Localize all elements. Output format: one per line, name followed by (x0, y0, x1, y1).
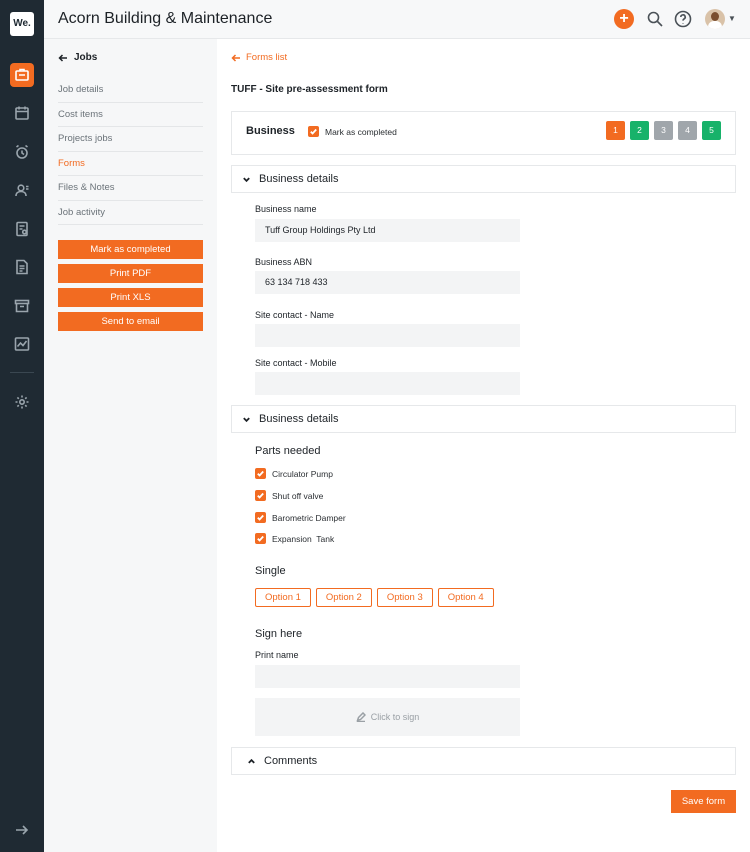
search-icon[interactable] (646, 10, 664, 28)
business-card: Business Mark as completed 1 2 3 4 5 (231, 111, 736, 155)
send-email-button[interactable]: Send to email (58, 312, 203, 331)
section-comments[interactable]: Comments (231, 747, 736, 775)
site-contact-mobile-field[interactable] (255, 372, 520, 395)
business-abn-field[interactable]: 63 134 718 433 (255, 271, 520, 294)
option-4-button[interactable]: Option 4 (437, 588, 494, 607)
single-options: Option 1 Option 2 Option 3 Option 4 (255, 588, 494, 607)
app-logo[interactable]: We. (10, 12, 34, 36)
top-bar: Acorn Building & Maintenance + ▼ (44, 0, 750, 39)
check-icon (255, 490, 266, 501)
rail-divider (10, 372, 34, 373)
option-2-button[interactable]: Option 2 (315, 588, 372, 607)
mark-completed-button[interactable]: Mark as completed (58, 240, 203, 259)
checkbox-shut-off-valve[interactable]: Shut off valve (255, 490, 323, 501)
archive-icon[interactable] (10, 294, 34, 318)
section-title: Comments (264, 755, 318, 767)
section-title: Business details (259, 413, 339, 425)
job-actions: Mark as completed Print PDF Print XLS Se… (58, 240, 203, 336)
step-3[interactable]: 3 (654, 121, 673, 140)
checkbox-barometric-damper[interactable]: Barometric Damper (255, 512, 346, 523)
sidebar-item-job-details[interactable]: Job details (58, 78, 203, 103)
sidebar-item-job-activity[interactable]: Job activity (58, 201, 203, 225)
business-name-label: Business name (255, 204, 317, 214)
checkbox-label: Circulator Pump (272, 468, 333, 479)
plus-icon[interactable]: + (614, 9, 634, 29)
checkbox-label: Barometric Damper (272, 512, 346, 523)
forms-link-label: Forms list (246, 52, 288, 63)
business-abn-label: Business ABN (255, 257, 313, 267)
sidebar-item-forms[interactable]: Forms (58, 152, 203, 176)
sign-here-title: Sign here (255, 628, 303, 640)
step-5[interactable]: 5 (702, 121, 721, 140)
section-business-details-2[interactable]: Business details (231, 405, 736, 433)
step-4[interactable]: 4 (678, 121, 697, 140)
calendar-icon[interactable] (10, 101, 34, 125)
chevron-down-icon (243, 177, 250, 182)
save-form-button[interactable]: Save form (671, 790, 736, 813)
left-rail: We. (0, 0, 44, 852)
site-contact-mobile-label: Site contact - Mobile (255, 358, 337, 368)
alarm-icon[interactable] (10, 140, 34, 164)
mark-completed-checkbox[interactable]: Mark as completed (308, 126, 397, 137)
expand-icon[interactable] (10, 818, 34, 842)
print-name-field[interactable] (255, 665, 520, 688)
sidebar-item-projects-jobs[interactable]: Projects jobs (58, 127, 203, 152)
sidebar-item-cost-items[interactable]: Cost items (58, 103, 203, 127)
single-title: Single (255, 565, 286, 577)
site-contact-name-field[interactable] (255, 324, 520, 347)
arrow-left-icon (58, 53, 67, 62)
option-1-button[interactable]: Option 1 (255, 588, 311, 607)
chevron-down-icon[interactable]: ▼ (728, 14, 736, 23)
print-pdf-button[interactable]: Print PDF (58, 264, 203, 283)
checkbox-expansion-tank[interactable]: Expansion Tank (255, 533, 334, 544)
mark-completed-label: Mark as completed (325, 126, 397, 137)
checkbox-label: Expansion Tank (272, 533, 335, 544)
check-icon (255, 512, 266, 523)
checkbox-circulator-pump[interactable]: Circulator Pump (255, 468, 333, 479)
back-link-label: Jobs (74, 52, 98, 63)
check-icon (255, 533, 266, 544)
step-1[interactable]: 1 (606, 121, 625, 140)
settings-icon[interactable] (10, 390, 34, 414)
app-title: Acorn Building & Maintenance (58, 10, 273, 27)
option-3-button[interactable]: Option 3 (376, 588, 433, 607)
back-to-forms-link[interactable]: Forms list (231, 52, 287, 63)
job-sidenav: Jobs Job details Cost items Projects job… (44, 39, 217, 852)
print-name-label: Print name (255, 650, 299, 660)
parts-needed-title: Parts needed (255, 445, 321, 457)
back-to-jobs-link[interactable]: Jobs (58, 52, 97, 63)
business-name-field[interactable]: Tuff Group Holdings Pty Ltd (255, 219, 520, 242)
arrow-left-icon (231, 53, 240, 62)
chevron-up-icon (248, 758, 255, 763)
print-xls-button[interactable]: Print XLS (58, 288, 203, 307)
help-icon[interactable] (674, 10, 692, 28)
sidenav-list: Job details Cost items Projects jobs For… (58, 78, 203, 225)
avatar[interactable] (705, 9, 725, 29)
reports-icon[interactable] (10, 217, 34, 241)
pen-icon (356, 712, 366, 722)
section-title: Business details (259, 173, 339, 185)
contacts-icon[interactable] (10, 178, 34, 202)
check-icon (308, 126, 319, 137)
jobs-icon[interactable] (10, 63, 34, 87)
signature-placeholder: Click to sign (370, 712, 420, 722)
sidebar-item-files-notes[interactable]: Files & Notes (58, 176, 203, 201)
step-indicator: 1 2 3 4 5 (606, 121, 721, 140)
business-label: Business (246, 125, 295, 137)
section-business-details-1[interactable]: Business details (231, 165, 736, 193)
step-2[interactable]: 2 (630, 121, 649, 140)
main-content: Forms list TUFF - Site pre-assessment fo… (217, 39, 750, 852)
documents-icon[interactable] (10, 255, 34, 279)
form-title: TUFF - Site pre-assessment form (231, 84, 388, 95)
check-icon (255, 468, 266, 479)
analytics-icon[interactable] (10, 332, 34, 356)
chevron-down-icon (243, 417, 250, 422)
signature-pad[interactable]: Click to sign (255, 698, 520, 736)
site-contact-name-label: Site contact - Name (255, 310, 335, 320)
checkbox-label: Shut off valve (272, 490, 324, 501)
